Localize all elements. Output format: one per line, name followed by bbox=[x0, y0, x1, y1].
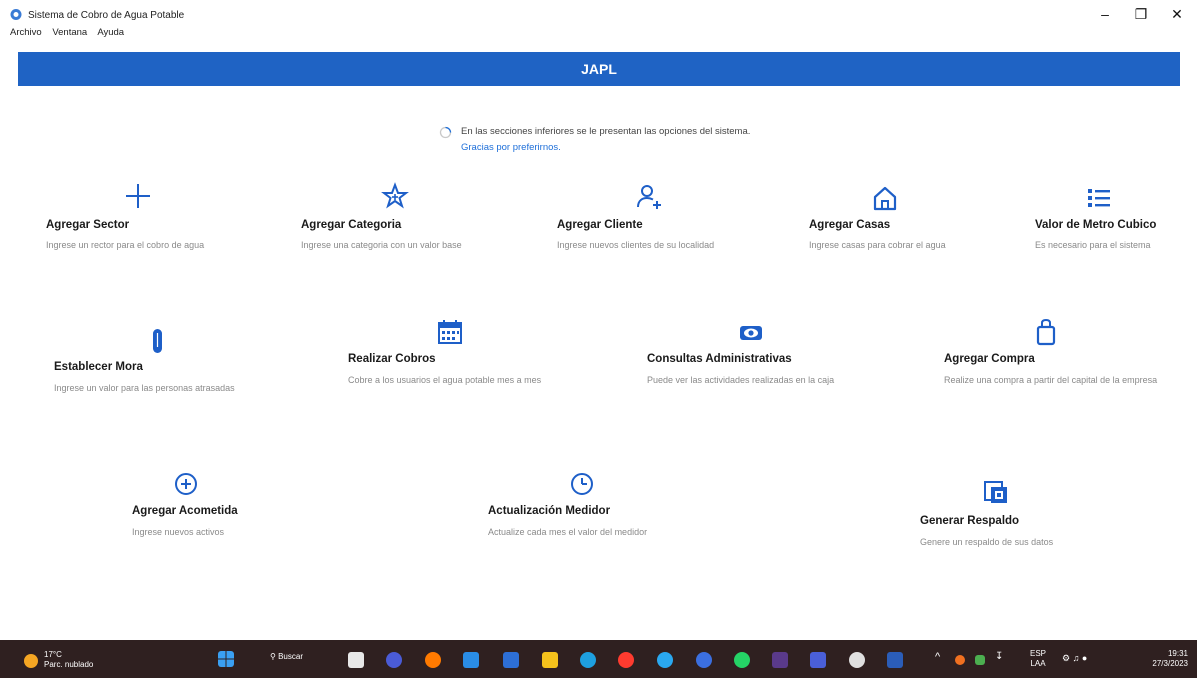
card-title: Establecer Mora bbox=[54, 361, 143, 373]
card-desc: Ingrese nuevos activos bbox=[132, 527, 225, 537]
partly-cloudy-icon bbox=[24, 654, 38, 668]
menu-archivo[interactable]: Archivo bbox=[10, 27, 42, 38]
menu-ayuda[interactable]: Ayuda bbox=[97, 27, 124, 38]
plus-circle-icon bbox=[175, 473, 197, 495]
network-sound-battery-icons[interactable]: ⚙ ♫ ● bbox=[1062, 653, 1087, 663]
clock-icon bbox=[571, 473, 593, 495]
clock[interactable]: 19:31 27/3/2023 bbox=[1136, 649, 1188, 669]
card-agregar-acometida[interactable]: Agregar Acometida Ingrese nuevos activos bbox=[132, 470, 292, 550]
info-line-1: En las secciones inferiores se le presen… bbox=[461, 126, 751, 137]
card-desc: Cobre a los usuarios el agua potable mes… bbox=[348, 375, 542, 385]
close-button[interactable]: ✕ bbox=[1162, 4, 1192, 24]
app-icon-search[interactable] bbox=[849, 652, 865, 668]
weather-desc: Parc. nublado bbox=[44, 660, 94, 669]
loading-spinner-icon bbox=[439, 126, 452, 139]
card-title: Generar Respaldo bbox=[920, 515, 1020, 527]
language-indicator[interactable]: ESP LAA bbox=[1026, 649, 1050, 669]
card-title: Agregar Categoria bbox=[301, 219, 402, 231]
task-view-icon[interactable] bbox=[348, 652, 364, 668]
edge-browser-icon[interactable] bbox=[580, 652, 596, 668]
clock-time: 19:31 bbox=[1167, 649, 1188, 658]
card-title: Agregar Casas bbox=[809, 219, 891, 231]
app-icon-chat[interactable] bbox=[696, 652, 712, 668]
whatsapp-icon[interactable] bbox=[734, 652, 750, 668]
card-title: Valor de Metro Cubico bbox=[1035, 219, 1157, 231]
minimize-button[interactable]: – bbox=[1090, 4, 1120, 24]
home-icon bbox=[873, 186, 897, 211]
card-title: Agregar Cliente bbox=[557, 219, 643, 231]
window-title: Sistema de Cobro de Agua Potable bbox=[28, 10, 185, 21]
plus-icon bbox=[126, 184, 150, 208]
firefox-icon[interactable] bbox=[425, 652, 441, 668]
menu-ventana[interactable]: Ventana bbox=[52, 27, 87, 38]
card-agregar-cliente[interactable]: Agregar Cliente Ingrese nuevos clientes … bbox=[557, 182, 767, 262]
usb-icon[interactable]: ↧ bbox=[995, 652, 1003, 662]
card-title: Actualización Medidor bbox=[488, 505, 611, 517]
shopping-bag-icon bbox=[1036, 318, 1056, 346]
zoom-app-icon[interactable] bbox=[386, 652, 402, 668]
card-desc: Es necesario para el sistema bbox=[1035, 240, 1151, 250]
tray-expand-icon[interactable]: ^ bbox=[935, 652, 940, 663]
card-desc: Ingrese un valor para las personas atras… bbox=[54, 383, 235, 393]
calendar-icon bbox=[438, 320, 462, 344]
menu-bar: Archivo Ventana Ayuda bbox=[10, 27, 132, 38]
card-title: Consultas Administrativas bbox=[647, 353, 792, 365]
card-agregar-casas[interactable]: Agregar Casas Ingrese casas para cobrar … bbox=[809, 182, 1009, 262]
search-box[interactable]: ⚲ Buscar bbox=[270, 652, 303, 661]
mail-icon[interactable] bbox=[463, 652, 479, 668]
card-desc: Actualize cada mes el valor del medidor bbox=[488, 527, 648, 537]
visual-studio-icon[interactable] bbox=[810, 652, 826, 668]
card-realizar-cobros[interactable]: Realizar Cobros Cobre a los usuarios el … bbox=[348, 318, 558, 408]
store-icon[interactable] bbox=[503, 652, 519, 668]
paperclip-icon bbox=[153, 329, 162, 353]
card-title: Agregar Sector bbox=[46, 219, 130, 231]
card-title: Agregar Compra bbox=[944, 353, 1035, 365]
maximize-button[interactable]: ❐ bbox=[1126, 4, 1156, 24]
list-icon bbox=[1088, 189, 1110, 207]
weather-temp: 17°C bbox=[44, 650, 62, 659]
star-icon bbox=[381, 182, 409, 209]
card-title: Agregar Acometida bbox=[132, 505, 238, 517]
card-agregar-categoria[interactable]: Agregar Categoria Ingrese una categoria … bbox=[301, 182, 511, 262]
info-line-2: Gracias por preferirnos. bbox=[461, 142, 561, 153]
card-establecer-mora[interactable]: Establecer Mora Ingrese un valor para la… bbox=[54, 325, 274, 405]
word-icon[interactable] bbox=[887, 652, 903, 668]
card-title: Realizar Cobros bbox=[348, 353, 436, 365]
card-desc: Puede ver las actividades realizadas en … bbox=[647, 375, 835, 385]
card-desc: Ingrese nuevos clientes de su localidad bbox=[557, 240, 715, 250]
taskbar: 17°C Parc. nublado ⚲ Buscar ^ ↧ ESP LAA … bbox=[0, 640, 1197, 678]
search-label: Buscar bbox=[278, 652, 303, 661]
card-agregar-sector[interactable]: Agregar Sector Ingrese un rector para el… bbox=[46, 182, 246, 262]
card-desc: Ingrese un rector para el cobro de agua bbox=[46, 240, 205, 250]
tray-app-icon-2[interactable] bbox=[975, 655, 985, 665]
clock-date: 27/3/2023 bbox=[1152, 659, 1188, 668]
windows-start-icon[interactable] bbox=[218, 651, 234, 667]
add-person-icon bbox=[637, 185, 661, 209]
card-valor-metro-cubico[interactable]: Valor de Metro Cubico Es necesario para … bbox=[1035, 182, 1185, 262]
backup-icon bbox=[984, 481, 1007, 503]
app-icon-blue[interactable] bbox=[657, 652, 673, 668]
card-desc: Genere un respaldo de sus datos bbox=[920, 537, 1054, 547]
card-desc: Ingrese casas para cobrar el agua bbox=[809, 240, 946, 250]
card-generar-respaldo[interactable]: Generar Respaldo Genere un respaldo de s… bbox=[920, 478, 1120, 558]
window-titlebar: Sistema de Cobro de Agua Potable – ❐ ✕ bbox=[0, 0, 1197, 26]
language-top: ESP bbox=[1029, 649, 1046, 658]
app-water-icon bbox=[10, 9, 22, 20]
language-bottom: LAA bbox=[1030, 659, 1046, 668]
opera-browser-icon[interactable] bbox=[618, 652, 634, 668]
card-consultas-administrativas[interactable]: Consultas Administrativas Puede ver las … bbox=[647, 320, 847, 410]
card-actualizacion-medidor[interactable]: Actualización Medidor Actualize cada mes… bbox=[488, 470, 698, 550]
app-icon-purple[interactable] bbox=[772, 652, 788, 668]
eye-icon bbox=[740, 326, 762, 340]
card-agregar-compra[interactable]: Agregar Compra Realize una compra a part… bbox=[944, 318, 1159, 408]
card-desc: Ingrese una categoria con un valor base bbox=[301, 240, 462, 250]
card-desc: Realize una compra a partir del capital … bbox=[944, 375, 1158, 385]
header-banner: JAPL bbox=[18, 52, 1180, 86]
file-explorer-icon[interactable] bbox=[542, 652, 558, 668]
tray-app-icon[interactable] bbox=[955, 655, 965, 665]
